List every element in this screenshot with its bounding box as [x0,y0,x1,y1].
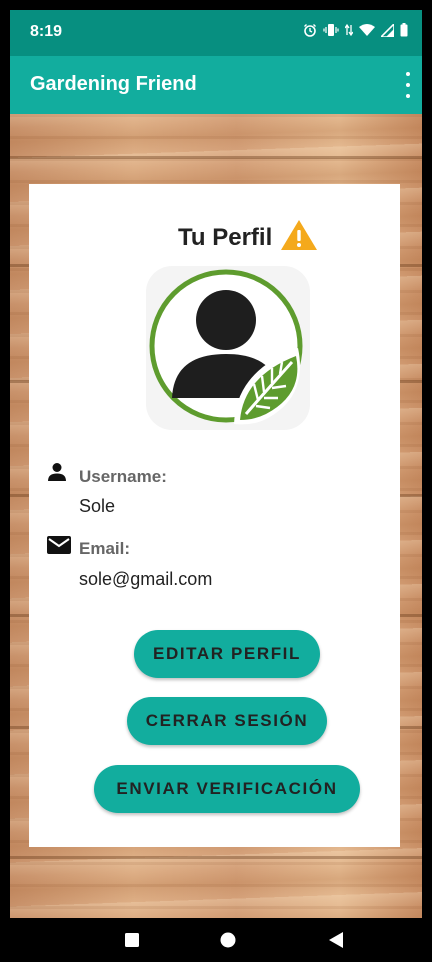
recents-icon[interactable] [112,918,152,962]
back-icon[interactable] [316,918,356,962]
mail-icon [47,536,71,559]
email-label: Email: [79,539,131,558]
alarm-icon [303,23,317,37]
username-label: Username: [79,467,167,486]
send-verification-button[interactable]: ENVIAR VERIFICACIÓN [94,765,360,813]
data-arrows-icon [345,23,353,37]
signal-icon [381,23,394,37]
wifi-icon [359,23,375,37]
username-value: Sole [79,496,116,516]
edit-profile-button[interactable]: EDITAR PERFIL [134,630,320,678]
logout-button[interactable]: CERRAR SESIÓN [127,697,327,745]
profile-title-row: Tu Perfil [178,218,318,257]
person-icon [47,462,67,487]
avatar [146,266,310,430]
warning-icon[interactable] [280,218,318,257]
more-vert-icon[interactable] [402,72,414,98]
screen: 8:19 Gardening Friend Tu Perfil Username… [0,0,432,962]
navigation-bar [10,918,422,962]
app-title: Gardening Friend [30,73,197,95]
status-time: 8:19 [30,23,63,40]
status-icons [303,23,408,37]
battery-icon [400,23,408,37]
home-icon[interactable] [208,918,248,962]
vibrate-icon [323,23,339,37]
app-bar: Gardening Friend [10,56,422,114]
status-bar: 8:19 [10,10,422,56]
email-value: sole@gmail.com [79,569,213,589]
profile-title: Tu Perfil [178,223,273,251]
